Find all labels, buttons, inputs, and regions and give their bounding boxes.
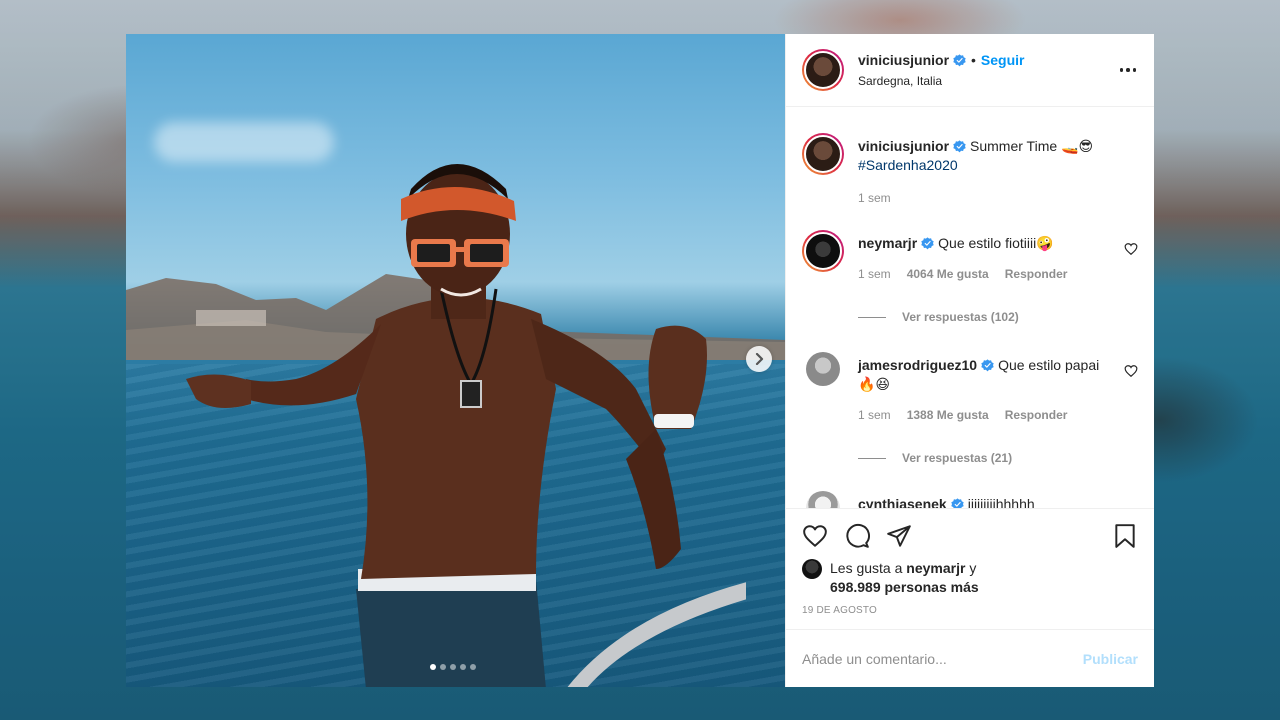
- comment-item: jamesrodriguez10 Que estilo papai 🔥😆 1 se…: [802, 352, 1138, 425]
- reply-button[interactable]: Responder: [1005, 265, 1068, 284]
- comment-like-heart-icon[interactable]: [1124, 242, 1138, 256]
- caption-hashtag[interactable]: #Sardenha2020: [858, 157, 958, 173]
- comment-input[interactable]: [802, 650, 1083, 667]
- verified-icon: [953, 140, 966, 153]
- reply-button[interactable]: Responder: [1005, 406, 1068, 425]
- heart-icon[interactable]: [802, 523, 828, 549]
- carousel-dot: [470, 664, 476, 670]
- verified-icon: [951, 498, 964, 508]
- add-comment-bar: Publicar: [786, 629, 1154, 687]
- commenter-avatar[interactable]: [802, 230, 844, 272]
- author-avatar[interactable]: [802, 49, 844, 91]
- more-options-icon[interactable]: [1118, 60, 1138, 80]
- post-location[interactable]: Sardegna, Italia: [858, 74, 1025, 88]
- commenter-username[interactable]: jamesrodriguez10: [858, 357, 977, 373]
- share-icon[interactable]: [886, 523, 912, 549]
- verified-icon: [981, 359, 994, 372]
- carousel-dot: [430, 664, 436, 670]
- comment-item: cynthiasenek iiiiiiiiihhhhh: [802, 491, 1138, 508]
- likes-summary[interactable]: Les gusta a neymarjr y 698.989 personas …: [802, 559, 1138, 597]
- commenter-username[interactable]: cynthiasenek: [858, 496, 947, 508]
- caption-avatar[interactable]: [802, 133, 844, 175]
- publish-button[interactable]: Publicar: [1083, 651, 1138, 667]
- liker-username[interactable]: neymarjr: [906, 560, 965, 576]
- comment-item: neymarjr Que estilo fiotiiii🤪 1 sem 4064 …: [802, 230, 1138, 284]
- verified-icon: [921, 237, 934, 250]
- caption: viniciusjunior Summer Time 🚤😎 #Sardenha20…: [802, 133, 1138, 208]
- caption-text: Summer Time 🚤😎: [970, 138, 1094, 154]
- commenter-avatar[interactable]: [806, 491, 840, 508]
- next-slide-button[interactable]: [746, 346, 772, 372]
- author-username[interactable]: viniciusjunior: [858, 52, 949, 68]
- likes-prefix: Les gusta a: [830, 560, 903, 576]
- comments-list[interactable]: viniciusjunior Summer Time 🚤😎 #Sardenha20…: [786, 107, 1154, 508]
- comment-icon[interactable]: [844, 523, 870, 549]
- comment-like-heart-icon[interactable]: [1124, 364, 1138, 378]
- caption-username[interactable]: viniciusjunior: [858, 138, 949, 154]
- post-date[interactable]: 19 DE AGOSTO: [802, 605, 1138, 616]
- likes-connector: y: [969, 560, 977, 576]
- comment-likes[interactable]: 4064 Me gusta: [907, 265, 989, 284]
- comment-text: Que estilo fiotiiii🤪: [938, 235, 1054, 251]
- comment-time[interactable]: 1 sem: [858, 406, 891, 425]
- liker-avatar: [802, 559, 822, 579]
- post-photo[interactable]: [126, 34, 785, 687]
- post-header: viniciusjunior • Seguir Sardegna, Italia: [786, 34, 1154, 107]
- post-side-panel: viniciusjunior • Seguir Sardegna, Italia…: [785, 34, 1154, 687]
- chevron-right-icon: [755, 353, 764, 365]
- bookmark-icon[interactable]: [1112, 523, 1138, 549]
- comment-text: iiiiiiiiihhhhh: [967, 496, 1035, 508]
- header-separator: •: [971, 52, 976, 68]
- caption-time[interactable]: 1 sem: [858, 189, 891, 208]
- follow-button[interactable]: Seguir: [981, 52, 1025, 68]
- view-replies-button[interactable]: Ver respuestas (21): [858, 451, 1138, 465]
- carousel-dot: [440, 664, 446, 670]
- comment-time[interactable]: 1 sem: [858, 265, 891, 284]
- carousel-dot: [450, 664, 456, 670]
- photo-person: [186, 164, 746, 687]
- carousel-dots: [430, 664, 476, 670]
- likes-count[interactable]: 698.989 personas más: [830, 579, 979, 595]
- post-actions: Les gusta a neymarjr y 698.989 personas …: [786, 508, 1154, 629]
- view-replies-button[interactable]: Ver respuestas (102): [858, 310, 1138, 324]
- carousel-dot: [460, 664, 466, 670]
- commenter-avatar[interactable]: [806, 352, 840, 386]
- verified-icon: [953, 53, 966, 66]
- comment-likes[interactable]: 1388 Me gusta: [907, 406, 989, 425]
- commenter-username[interactable]: neymarjr: [858, 235, 917, 251]
- post-modal: viniciusjunior • Seguir Sardegna, Italia…: [126, 34, 1154, 687]
